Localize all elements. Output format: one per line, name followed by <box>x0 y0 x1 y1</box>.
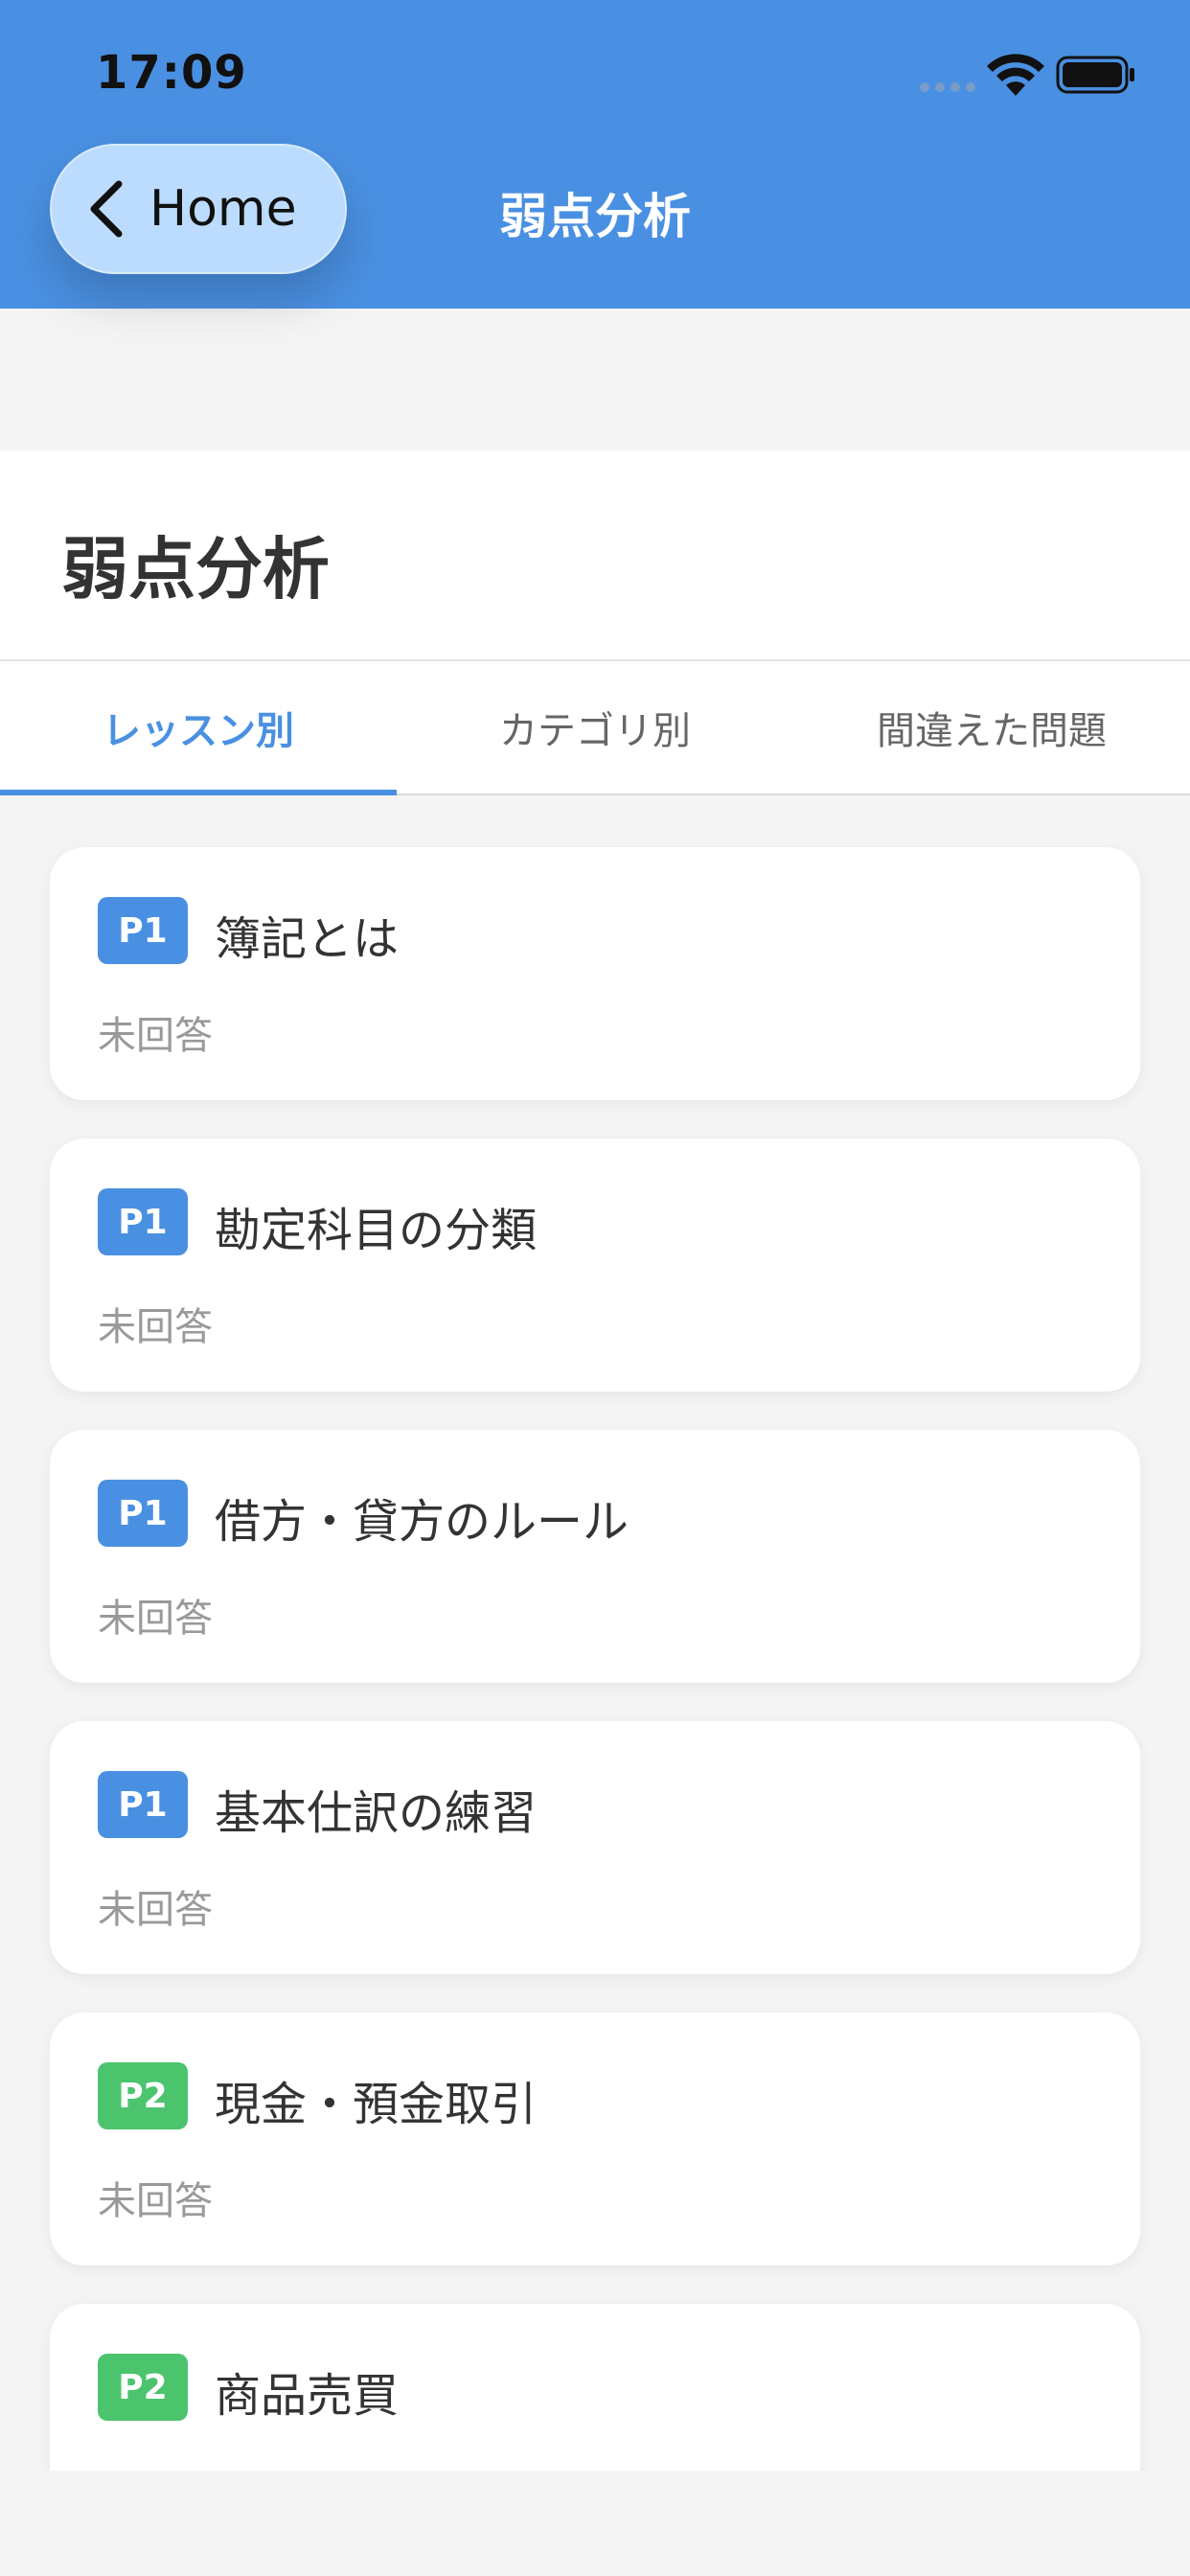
battery-icon <box>1056 56 1134 94</box>
lesson-status: 未回答 <box>98 1597 213 1641</box>
lesson-list[interactable]: P1 簿記とは 未回答 P1 勘定科目の分類 未回答 P1 借方・貸方のルール 未回答 P1 基本仕… <box>0 795 1190 2471</box>
lesson-part-badge: P1 <box>98 1771 188 1838</box>
tab-wrong-answers[interactable]: 間違えた問題 <box>793 661 1190 794</box>
lesson-card[interactable]: P1 簿記とは未回答 <box>50 847 1140 1100</box>
lesson-part-badge: P1 <box>98 1188 188 1255</box>
app-header: 17:09 Home 弱点分析 <box>0 0 1190 309</box>
tab-by-category[interactable]: カテゴリ別 <box>397 661 793 794</box>
lesson-status: 未回答 <box>98 2461 213 2471</box>
lesson-part-badge: P1 <box>98 1480 188 1547</box>
lesson-part-badge: P2 <box>98 2062 188 2129</box>
lesson-card[interactable]: P1 勘定科目の分類未回答 <box>50 1138 1140 1392</box>
tab-by-lesson[interactable]: レッスン別 <box>0 661 397 795</box>
lesson-card[interactable]: P1 基本仕訳の練習未回答 <box>50 1721 1140 1974</box>
status-time: 17:09 <box>96 46 247 100</box>
lesson-card[interactable]: P2 商品売買未回答 <box>50 2304 1140 2471</box>
header-title: 弱点分析 <box>499 189 691 244</box>
lesson-part-badge: P2 <box>98 2354 188 2421</box>
lesson-title: 基本仕訳の練習 <box>215 1786 538 1840</box>
lesson-status: 未回答 <box>98 1305 213 1349</box>
lesson-part-badge: P1 <box>98 897 188 964</box>
lesson-title: 商品売買 <box>215 2369 400 2423</box>
lesson-status: 未回答 <box>98 1014 213 1058</box>
lesson-card[interactable]: P2 現金・預金取引未回答 <box>50 2012 1140 2266</box>
lesson-title: 勘定科目の分類 <box>215 1204 538 1257</box>
lesson-status: 未回答 <box>98 2179 213 2223</box>
lesson-title: 現金・預金取引 <box>215 2078 538 2131</box>
cellular-signal-icon <box>920 82 975 92</box>
lesson-title: 借方・貸方のルール <box>215 1495 629 1549</box>
wifi-icon <box>987 54 1044 96</box>
page-title-section: 弱点分析 <box>0 450 1190 661</box>
lesson-title: 簿記とは <box>215 912 400 966</box>
analysis-tabs: レッスン別 カテゴリ別 間違えた問題 <box>0 661 1190 795</box>
lesson-card[interactable]: P1 借方・貸方のルール未回答 <box>50 1430 1140 1683</box>
lesson-status: 未回答 <box>98 1888 213 1932</box>
page-title: 弱点分析 <box>61 530 330 609</box>
